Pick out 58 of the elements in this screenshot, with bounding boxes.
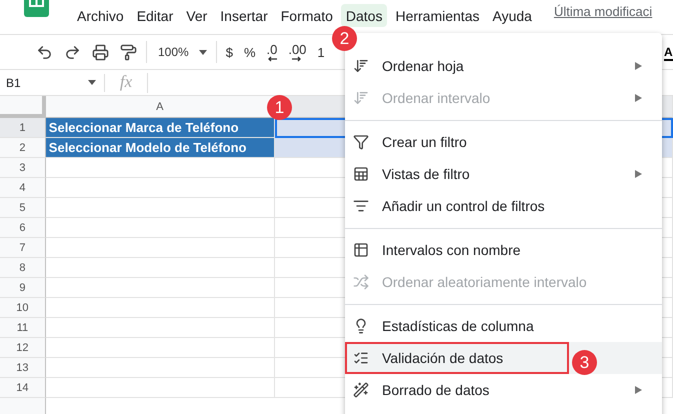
step-badge: 2 bbox=[332, 26, 357, 51]
menu-option[interactable]: Estadísticas de columna bbox=[345, 310, 662, 342]
table-cell: Seleccionar Modelo de Teléfono bbox=[46, 138, 275, 158]
row-header[interactable]: 10 bbox=[0, 298, 46, 318]
number-format-button[interactable]: 1 bbox=[315, 44, 327, 60]
menu-item[interactable]: Insertar bbox=[215, 4, 273, 27]
table-cell: Seleccionar Marca de Teléfono bbox=[46, 118, 275, 138]
row-header[interactable]: 3 bbox=[0, 158, 46, 178]
row-header[interactable]: 5 bbox=[0, 198, 46, 218]
row-header[interactable]: 13 bbox=[0, 358, 46, 378]
sort-icon bbox=[353, 58, 369, 74]
menu-option[interactable]: Crear un filtro bbox=[345, 126, 662, 158]
formula-label: fx bbox=[105, 72, 148, 92]
caret-icon bbox=[88, 80, 96, 85]
zoom-select[interactable]: 100% bbox=[154, 45, 209, 59]
increase-decimal-button[interactable]: .00 bbox=[286, 40, 308, 64]
decrease-decimal-button[interactable]: .0 bbox=[264, 40, 280, 64]
column-header[interactable]: A bbox=[46, 96, 275, 118]
print-button[interactable] bbox=[90, 42, 111, 62]
menu-item[interactable]: Archivo bbox=[72, 4, 129, 27]
menu-item[interactable]: Ayuda bbox=[487, 4, 537, 27]
menu-item[interactable]: Editar bbox=[132, 4, 178, 27]
row-header[interactable]: 11 bbox=[0, 318, 46, 338]
percent-button[interactable]: % bbox=[242, 44, 258, 60]
filter-icon bbox=[353, 134, 369, 150]
paint-format-button[interactable] bbox=[118, 42, 139, 62]
row-header[interactable]: 14 bbox=[0, 378, 46, 398]
row-header[interactable]: 9 bbox=[0, 278, 46, 298]
name-box[interactable]: B1 bbox=[0, 74, 105, 92]
menu-item[interactable]: Formato bbox=[276, 4, 338, 27]
arrow-icon bbox=[292, 56, 302, 62]
menu-option[interactable]: Vistas de filtro bbox=[345, 158, 662, 190]
sort-icon bbox=[353, 90, 369, 106]
filter-lines-icon bbox=[353, 198, 369, 214]
row-header[interactable]: 6 bbox=[0, 218, 46, 238]
row-header[interactable]: 12 bbox=[0, 338, 46, 358]
row-header[interactable]: 1 bbox=[0, 118, 46, 138]
menu-option[interactable]: Borrado de datos bbox=[345, 374, 662, 406]
row-header[interactable]: 7 bbox=[0, 238, 46, 258]
menu-item[interactable]: Datos bbox=[340, 4, 388, 27]
menu-item[interactable]: Herramientas bbox=[390, 4, 484, 27]
wand-icon bbox=[353, 382, 369, 398]
menu-option[interactable]: Intervalos con nombre bbox=[345, 234, 662, 266]
row-header[interactable]: 2 bbox=[0, 138, 46, 158]
shuffle-icon bbox=[353, 274, 369, 290]
currency-button[interactable]: $ bbox=[224, 44, 235, 60]
table-icon bbox=[353, 242, 369, 258]
row-header[interactable]: 8 bbox=[0, 258, 46, 278]
grid-icon bbox=[353, 166, 369, 182]
menu-option[interactable]: Añadir un control de filtros bbox=[345, 190, 662, 222]
menu-option[interactable]: Ordenar hoja bbox=[345, 50, 662, 82]
checklist-icon bbox=[353, 350, 369, 366]
last-edit-link[interactable]: Última modificaci bbox=[554, 4, 652, 19]
text-color-button[interactable]: A bbox=[664, 45, 673, 61]
row-header[interactable]: 4 bbox=[0, 178, 46, 198]
caret-icon bbox=[198, 50, 207, 54]
menu-item[interactable]: Ver bbox=[181, 4, 212, 27]
arrow-icon bbox=[266, 56, 277, 62]
